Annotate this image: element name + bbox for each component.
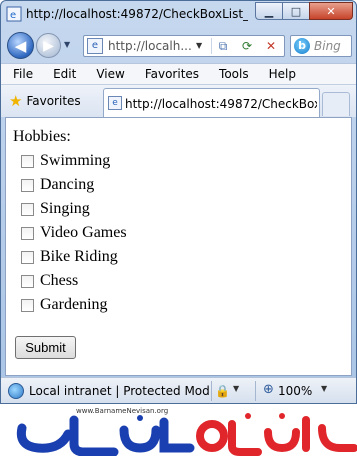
ie-page-icon: e bbox=[6, 6, 22, 22]
barnamenevisan-logo-icon bbox=[16, 413, 357, 456]
favorites-button[interactable]: ★ Favorites bbox=[9, 92, 81, 110]
search-box[interactable]: b Bing bbox=[290, 35, 352, 57]
globe-icon bbox=[8, 383, 24, 399]
checkbox-option[interactable]: Swimming bbox=[21, 151, 110, 171]
checkbox-label: Chess bbox=[40, 272, 79, 289]
favorites-bar: ★ Favorites e http://localhost:49872/Che… bbox=[1, 84, 356, 118]
svg-text:e: e bbox=[10, 10, 16, 21]
close-window-button[interactable]: ✕ bbox=[309, 2, 353, 20]
page-icon: e bbox=[108, 96, 122, 110]
zoom-icon[interactable]: ⊕ bbox=[263, 382, 274, 398]
checkbox-option[interactable]: Dancing bbox=[21, 175, 94, 195]
checkbox[interactable] bbox=[21, 202, 34, 216]
checkbox[interactable] bbox=[21, 178, 34, 192]
checkbox[interactable] bbox=[21, 274, 34, 288]
menu-tools[interactable]: Tools bbox=[207, 64, 257, 84]
title-bar: e http://localhost:49872/CheckBoxList_Da… bbox=[1, 1, 356, 27]
checkbox-option[interactable]: Singing bbox=[21, 199, 90, 219]
back-button[interactable]: ◀ bbox=[7, 32, 34, 59]
checkbox[interactable] bbox=[21, 154, 34, 168]
window-title: http://localhost:49872/CheckBoxList_Dat.… bbox=[26, 7, 248, 21]
checkbox-label: Singing bbox=[40, 200, 90, 217]
search-input[interactable]: Bing bbox=[314, 38, 350, 54]
watermark-logo: www.BarnameNevisan.org bbox=[0, 404, 357, 456]
browser-window: e http://localhost:49872/CheckBoxList_Da… bbox=[0, 0, 357, 404]
checkbox-label: Dancing bbox=[40, 176, 95, 193]
bing-icon: b bbox=[294, 38, 310, 54]
minimize-button[interactable]: ▁ bbox=[255, 2, 282, 20]
address-bar[interactable]: e http://localh... ▼ ⧉ ⟳ ✕ bbox=[83, 35, 285, 57]
compatibility-view-icon[interactable]: ⧉ bbox=[213, 37, 233, 55]
address-dropdown-icon[interactable]: ▼ bbox=[196, 39, 208, 53]
checkbox-option[interactable]: Gardening bbox=[21, 295, 108, 315]
tab-title: http://localhost:49872/CheckBoxL... bbox=[125, 97, 317, 111]
address-input[interactable]: http://localh... bbox=[108, 38, 194, 54]
hobbies-heading: Hobbies: bbox=[13, 128, 71, 145]
menu-edit[interactable]: Edit bbox=[41, 64, 84, 84]
menu-help[interactable]: Help bbox=[257, 64, 304, 84]
zoom-level[interactable]: 100% bbox=[278, 383, 312, 399]
security-zone-text: Local intranet | Protected Mode: O bbox=[29, 384, 209, 398]
checkbox-label: Bike Riding bbox=[40, 248, 118, 265]
checkbox-label: Swimming bbox=[40, 152, 111, 169]
checkbox-option[interactable]: Bike Riding bbox=[21, 247, 118, 267]
window-controls: ▁ □ ✕ bbox=[255, 2, 353, 20]
menu-view[interactable]: View bbox=[84, 64, 132, 84]
zone-dropdown-icon[interactable]: ▼ bbox=[233, 384, 239, 393]
page-content: Hobbies: Swimming Dancing Singing Video … bbox=[5, 117, 352, 376]
menu-bar: File Edit View Favorites Tools Help bbox=[1, 63, 356, 84]
new-tab-button[interactable] bbox=[322, 92, 350, 116]
navigation-bar: ◀ ▶ ▼ e http://localh... ▼ ⧉ ⟳ ✕ b Bing bbox=[1, 28, 356, 62]
checkbox[interactable] bbox=[21, 226, 34, 240]
forward-button[interactable]: ▶ bbox=[36, 33, 61, 58]
checkbox[interactable] bbox=[21, 298, 34, 312]
stop-icon[interactable]: ✕ bbox=[261, 37, 281, 55]
zoom-dropdown-icon[interactable]: ▼ bbox=[321, 384, 327, 393]
checkbox-option[interactable]: Video Games bbox=[21, 223, 127, 243]
address-divider bbox=[211, 38, 212, 54]
favorites-label: Favorites bbox=[26, 94, 81, 108]
checkbox[interactable] bbox=[21, 250, 34, 264]
recent-pages-dropdown-icon[interactable]: ▼ bbox=[64, 40, 74, 50]
menu-file[interactable]: File bbox=[1, 64, 41, 84]
status-bar: Local intranet | Protected Mode: O 🔒 ▼ ⊕… bbox=[1, 377, 356, 403]
checkbox-label: Gardening bbox=[40, 296, 108, 313]
menu-favorites[interactable]: Favorites bbox=[133, 64, 207, 84]
maximize-button[interactable]: □ bbox=[282, 2, 309, 20]
status-divider bbox=[211, 381, 212, 401]
tab-current-page[interactable]: e http://localhost:49872/CheckBoxL... bbox=[103, 88, 320, 118]
checkbox-label: Video Games bbox=[40, 224, 127, 241]
star-icon: ★ bbox=[9, 92, 23, 110]
submit-button[interactable]: Submit bbox=[15, 336, 76, 359]
lock-icon[interactable]: 🔒 bbox=[215, 383, 231, 399]
status-divider bbox=[255, 381, 256, 401]
page-icon: e bbox=[87, 38, 103, 54]
refresh-icon[interactable]: ⟳ bbox=[237, 37, 257, 55]
checkbox-option[interactable]: Chess bbox=[21, 271, 78, 291]
